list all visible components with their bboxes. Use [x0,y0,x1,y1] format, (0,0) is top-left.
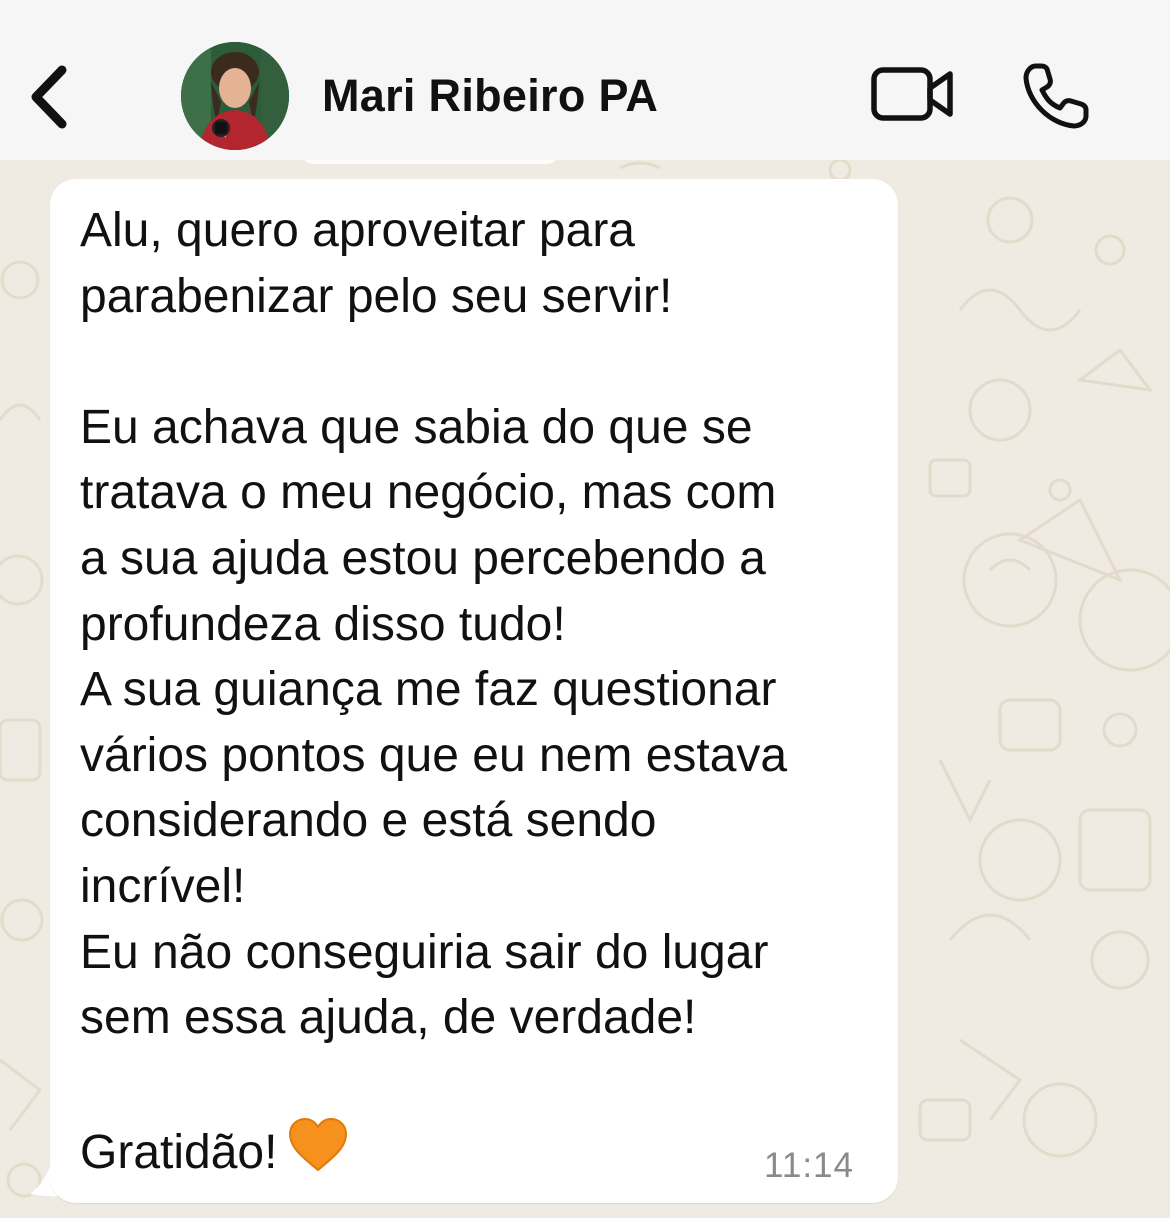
message-last-line: Gratidão! [80,1126,278,1180]
chevron-left-icon [31,65,67,129]
phone-icon [1023,63,1089,129]
back-button[interactable] [18,62,78,132]
message-line: tratava o meu negócio, mas com [80,466,777,520]
video-camera-icon [871,67,953,121]
message-line: Eu achava que sabia do que se [80,400,753,454]
message-line: profundeza disso tudo! [80,597,566,651]
message-text: Alu, quero aproveitar para parabenizar p… [80,198,880,1186]
message-timestamp: 11:14 [764,1146,854,1185]
message-line: a sua ajuda estou percebendo a [80,531,766,585]
message-line: A sua guiança me faz questionar [80,663,777,717]
avatar[interactable] [181,42,289,150]
message-line: Eu não conseguiria sair do lugar [80,925,769,979]
contact-photo [181,42,289,150]
message-line: Alu, quero aproveitar para [80,204,635,257]
message-line: sem essa ajuda, de verdade! [80,991,697,1045]
message-line: vários pontos que eu nem estava [80,728,788,782]
video-call-button[interactable] [868,62,958,126]
message-line: incrível! [80,859,246,913]
contact-name[interactable]: Mari Ribeiro PA [322,70,658,122]
previous-message-edge [300,160,560,164]
voice-call-button[interactable] [1018,58,1094,134]
message-line: parabenizar pelo seu servir! [80,269,673,323]
orange-heart-icon [289,1118,348,1172]
chat-header: Mari Ribeiro PA [0,0,1170,160]
message-line: considerando e está sendo [80,794,657,848]
